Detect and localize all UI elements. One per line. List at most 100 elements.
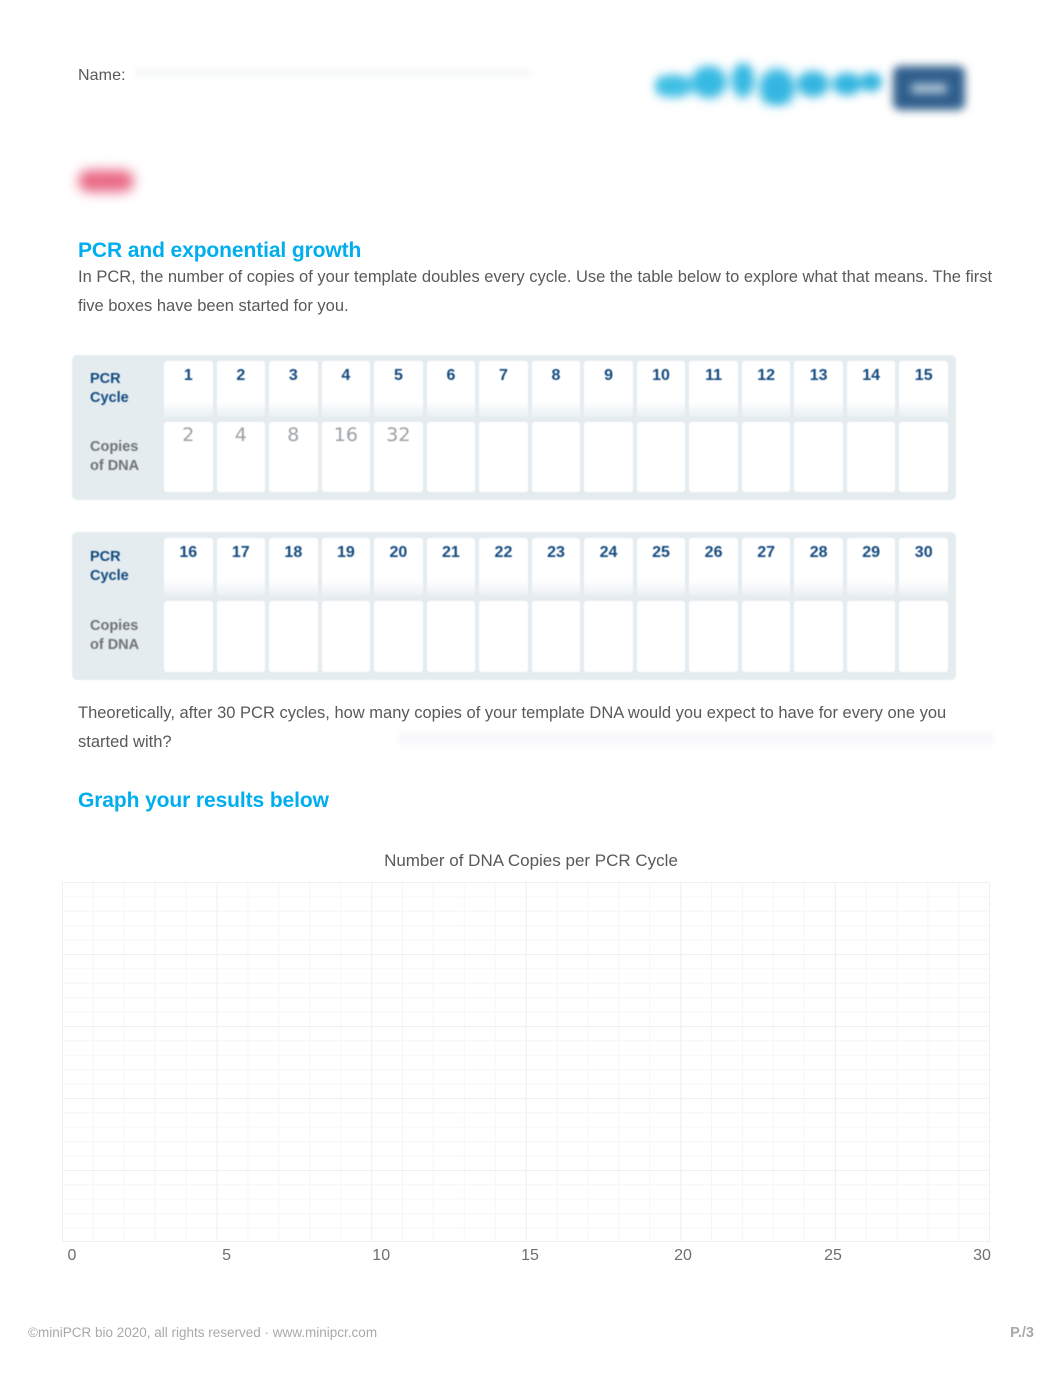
section-title-pcr-growth: PCR and exponential growth (78, 239, 362, 262)
table-2-cycle-header-cell: 19 (321, 538, 371, 596)
table-2-cycle-header-cell: 28 (794, 538, 843, 596)
table-2-copies-cells (164, 600, 948, 672)
table-2-copies-input-cell[interactable] (741, 600, 791, 672)
table-1-cycle-header-cell: 4 (321, 361, 371, 418)
table-2-copies-input-cell[interactable] (794, 600, 843, 672)
table-1-copies-input-cell[interactable] (531, 422, 581, 492)
table-1-copies-label-line1: Copies (90, 439, 139, 456)
table-2-copies-input-cell[interactable] (846, 600, 896, 672)
table-2-cycle-header-cell: 16 (164, 538, 213, 596)
table-2-cycle-row-label: PCR Cycle (80, 538, 164, 596)
table-1-cycle-label-line1: PCR (90, 371, 121, 388)
table-2-cycle-header-cell: 22 (479, 538, 528, 596)
table-1-copies-input-cell[interactable]: 16 (321, 422, 371, 492)
table-1-copies-row-label: Copies of DNA (80, 422, 164, 492)
table-2-copies-input-cell[interactable] (584, 600, 633, 672)
table-2-copies-input-cell[interactable] (321, 600, 371, 672)
table-2-cycle-header-cell: 29 (846, 538, 896, 596)
table-2-cycle-header-cell: 20 (374, 538, 423, 596)
table-1-cycle-header-cell: 12 (741, 361, 791, 418)
x-tick-label: 20 (674, 1247, 692, 1264)
table-2-copies-row: Copies of DNA (80, 600, 948, 672)
table-2-cycle-header-cell: 26 (689, 538, 738, 596)
table-2-copies-input-cell[interactable] (269, 600, 318, 672)
pcr-cycle-table-1: PCR Cycle 1 2 3 4 5 6 7 8 9 10 11 12 13 … (72, 355, 956, 500)
x-tick-label: 10 (372, 1247, 391, 1264)
table-2-cycle-label-line1: PCR (90, 548, 121, 565)
table-1-copies-input-cell[interactable] (636, 422, 686, 492)
table-1-cycle-header-cell: 9 (584, 361, 633, 418)
table-2-copies-input-cell[interactable] (899, 600, 948, 672)
minipcr-bio-badge-icon (893, 66, 965, 110)
table-2-cycle-header-cell: 30 (899, 538, 948, 596)
table-1-cycle-header-cell: 5 (374, 361, 423, 418)
name-field-row: Name: (78, 66, 530, 85)
table-1-cycle-header-cell: 6 (426, 361, 476, 418)
intro-paragraph: In PCR, the number of copies of your tem… (78, 268, 993, 315)
chart-title: Number of DNA Copies per PCR Cycle (384, 851, 678, 870)
table-1-copies-input-cell[interactable]: 8 (269, 422, 318, 492)
table-1-copies-input-cell[interactable]: 2 (164, 422, 213, 492)
x-tick-label: 15 (521, 1247, 539, 1264)
pcr-cycle-table-2: PCR Cycle 16 17 18 19 20 21 22 23 24 25 … (72, 532, 956, 680)
table-1-cycle-header-cell: 10 (636, 361, 686, 418)
table-1-cycle-header-cell: 1 (164, 361, 213, 418)
section-title-graph: Graph your results below (78, 789, 329, 812)
x-tick-label: 0 (67, 1247, 77, 1264)
table-2-cycle-header-cell: 18 (269, 538, 318, 596)
table-2-copies-label-line2: of DNA (90, 637, 140, 654)
table-2-copies-label-line1: Copies (90, 618, 139, 635)
table-1-copies-input-cell[interactable]: 4 (216, 422, 266, 492)
table-2-cycle-cells: 16 17 18 19 20 21 22 23 24 25 26 27 28 2… (164, 538, 948, 596)
table-1-copies-cells: 2 4 8 16 32 (164, 422, 948, 492)
question-answer-line[interactable] (398, 729, 994, 749)
table-2-copies-row-label: Copies of DNA (80, 601, 164, 672)
footer-page-number: P./3 (1010, 1325, 1034, 1341)
page-header: Name: (0, 0, 1062, 192)
name-input-line[interactable] (134, 66, 530, 80)
table-2-copies-input-cell[interactable] (531, 600, 581, 672)
table-2-cycle-label-line2: Cycle (90, 567, 129, 584)
x-tick-label: 25 (824, 1247, 842, 1264)
table-1-copies-input-cell[interactable] (479, 422, 528, 492)
table-1-copies-input-cell[interactable] (689, 422, 738, 492)
name-label: Name: (78, 67, 126, 84)
table-1-copies-row: Copies of DNA 2 4 8 16 32 (80, 422, 948, 492)
table-1-copies-input-cell[interactable] (899, 422, 948, 492)
table-2-cycle-header-cell: 25 (636, 538, 686, 596)
graph-grid-area[interactable] (62, 882, 990, 1242)
table-1-copies-input-cell[interactable] (741, 422, 791, 492)
minipcr-logo (655, 48, 995, 124)
table-1-cycle-row-label: PCR Cycle (80, 361, 164, 417)
table-1-cycle-header-cell: 2 (216, 361, 266, 418)
table-2-cycle-header-cell: 21 (426, 538, 476, 596)
table-1-copies-input-cell[interactable] (584, 422, 633, 492)
x-tick-label: 30 (973, 1247, 991, 1264)
table-1-cycle-header-cell: 14 (846, 361, 896, 418)
x-axis-tick-labels: 0 5 10 15 20 25 30 (62, 1247, 991, 1271)
table-1-cycle-header-cell: 7 (479, 361, 528, 418)
table-2-copies-input-cell[interactable] (164, 600, 213, 672)
table-1-copies-input-cell[interactable] (426, 422, 476, 492)
table-2-cycle-header-cell: 17 (216, 538, 266, 596)
table-2-copies-input-cell[interactable] (479, 600, 528, 672)
minipcr-wordmark-icon (655, 62, 883, 106)
table-1-copies-input-cell[interactable]: 32 (374, 422, 423, 492)
table-1-cycle-header-cell: 8 (531, 361, 581, 418)
table-2-copies-input-cell[interactable] (636, 600, 686, 672)
table-1-copies-input-cell[interactable] (846, 422, 896, 492)
table-1-cycle-header-cell: 3 (269, 361, 318, 418)
table-2-copies-input-cell[interactable] (374, 600, 423, 672)
x-tick-label: 5 (222, 1247, 232, 1264)
page-footer: ©miniPCR bio 2020, all rights reserved ·… (28, 1325, 1034, 1341)
table-1-cycle-label-line2: Cycle (90, 390, 129, 407)
table-2-copies-input-cell[interactable] (689, 600, 738, 672)
table-1-cycle-cells: 1 2 3 4 5 6 7 8 9 10 11 12 13 14 15 (164, 361, 948, 418)
footer-copyright: ©miniPCR bio 2020, all rights reserved ·… (28, 1325, 378, 1340)
table-1-copies-input-cell[interactable] (794, 422, 843, 492)
table-2-copies-input-cell[interactable] (426, 600, 476, 672)
table-1-copies-label-line2: of DNA (90, 458, 140, 475)
table-1-header-row: PCR Cycle 1 2 3 4 5 6 7 8 9 10 11 12 13 … (80, 361, 948, 418)
table-2-copies-input-cell[interactable] (216, 600, 266, 672)
table-1-cycle-header-cell: 11 (689, 361, 738, 418)
